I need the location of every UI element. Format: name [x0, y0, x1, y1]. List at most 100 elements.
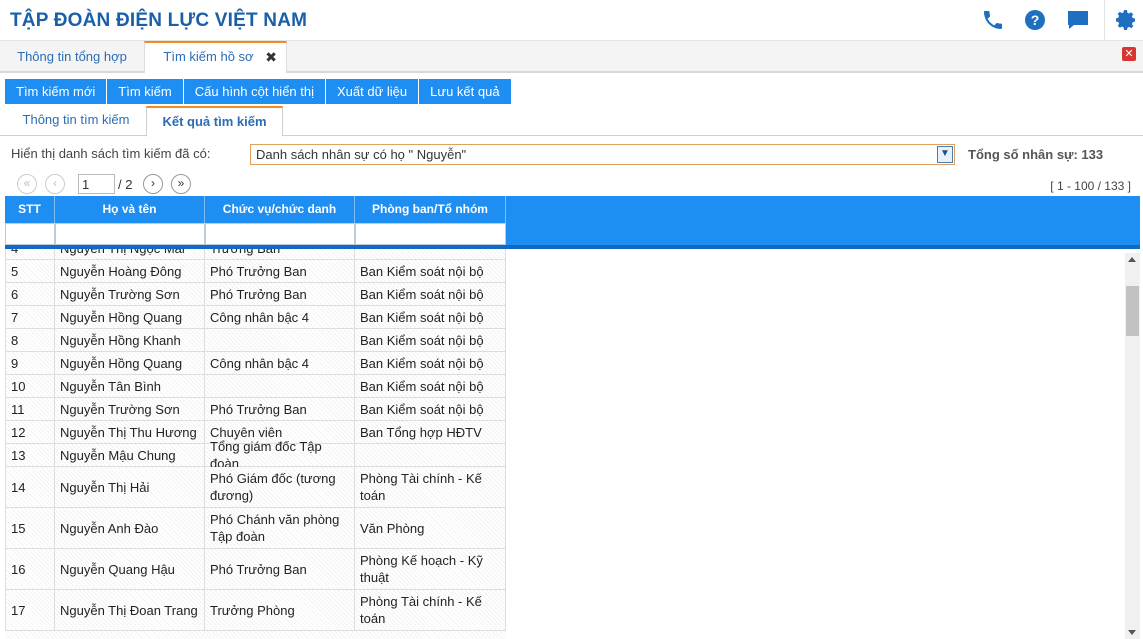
export-button[interactable]: Xuất dữ liệu [326, 79, 420, 104]
table-row[interactable]: 6 Nguyễn Trường Sơn Phó Trưởng Ban Ban K… [5, 283, 506, 306]
save-result-button[interactable]: Lưu kết quả [419, 79, 512, 104]
cell-name: Nguyễn Hồng Khanh [55, 329, 205, 351]
chevron-down-icon[interactable]: ▼ [937, 146, 953, 163]
settings-icon[interactable] [1114, 8, 1138, 32]
cell-department: Ban Kiểm soát nội bộ [355, 398, 506, 420]
cell-stt: 15 [5, 508, 55, 548]
table-row[interactable]: 17 Nguyễn Thị Đoan Trang Trưởng Phòng Ph… [5, 590, 506, 631]
scroll-down-icon[interactable] [1128, 630, 1136, 635]
close-all-icon[interactable]: ✕ [1122, 47, 1136, 61]
help-icon[interactable]: ? [1023, 8, 1047, 32]
table-row[interactable]: 15 Nguyễn Anh Đào Phó Chánh văn phòng Tậ… [5, 508, 506, 549]
cell-position: Trưởng Phòng [205, 590, 355, 630]
grid-header: STT Họ và tên Chức vụ/chức danh Phòng ba… [5, 196, 1140, 249]
cell-department: Phòng Tài chính - Kế toán [355, 467, 506, 507]
cell-stt: 4 [5, 249, 55, 259]
cell-stt: 8 [5, 329, 55, 351]
cell-department [355, 444, 506, 466]
cell-position: Tổng giám đốc Tập đoàn [205, 439, 355, 471]
cell-position: Phó Chánh văn phòng Tập đoàn [205, 508, 355, 548]
cell-department: Ban Kiểm soát nội bộ [355, 375, 506, 397]
tab-tim-kiem-ho-so[interactable]: Tìm kiếm hồ sơ ✖ [144, 41, 287, 73]
cell-department [355, 249, 506, 259]
svg-text:?: ? [1031, 12, 1040, 28]
cell-position: Công nhân bậc 4 [205, 352, 355, 374]
cell-stt: 16 [5, 549, 55, 589]
grid-body: 4 Nguyễn Thị Ngọc Mai Trưởng Ban 5 Nguyễ… [5, 249, 1125, 639]
filter-stt-input[interactable] [5, 223, 55, 245]
table-row[interactable]: 9 Nguyễn Hồng Quang Công nhân bậc 4 Ban … [5, 352, 506, 375]
cell-position: Phó Trưởng Ban [205, 549, 355, 589]
header-divider [1104, 0, 1105, 41]
cell-name: Nguyễn Thị Thu Hương [55, 421, 205, 443]
search-button[interactable]: Tìm kiếm [107, 79, 184, 104]
table-row[interactable]: 13 Nguyễn Mậu Chung Tổng giám đốc Tập đo… [5, 439, 506, 471]
cell-stt: 12 [5, 421, 55, 443]
column-config-button[interactable]: Cấu hình cột hiển thị [183, 79, 326, 104]
grid-scrollbar[interactable] [1125, 253, 1140, 639]
cell-name: Nguyễn Thị Đoan Trang [55, 590, 205, 630]
scroll-thumb[interactable] [1126, 286, 1139, 336]
cell-position [205, 375, 355, 397]
col-header-department[interactable]: Phòng ban/Tổ nhóm [355, 196, 506, 223]
cell-name: Nguyễn Mậu Chung [55, 444, 205, 466]
first-page-button[interactable]: « [17, 174, 37, 194]
filter-position-input[interactable] [205, 223, 355, 245]
page-input[interactable] [78, 174, 115, 194]
cell-department: Ban Tổng hợp HĐTV [355, 421, 506, 443]
table-row[interactable]: 4 Nguyễn Thị Ngọc Mai Trưởng Ban [5, 249, 506, 260]
table-row[interactable]: 10 Nguyễn Tân Bình Ban Kiểm soát nội bộ [5, 375, 506, 398]
cell-stt: 14 [5, 467, 55, 507]
cell-department: Văn Phòng [355, 508, 506, 548]
cell-position [205, 329, 355, 351]
next-page-button[interactable]: › [143, 174, 163, 194]
total-count: Tổng số nhân sự: 133 [968, 147, 1104, 162]
cell-position: Phó Trưởng Ban [205, 260, 355, 282]
table-row[interactable] [5, 631, 506, 639]
cell-department: Ban Kiểm soát nội bộ [355, 283, 506, 305]
cell-name: Nguyễn Trường Sơn [55, 283, 205, 305]
tab-thong-tin-tong-hop[interactable]: Thông tin tổng hợp [0, 41, 144, 72]
cell-position: Phó Trưởng Ban [205, 283, 355, 305]
phone-icon[interactable] [981, 8, 1005, 32]
close-tab-icon[interactable]: ✖ [265, 43, 277, 71]
cell-position: Phó Giám đốc (tương đương) [205, 467, 355, 507]
app-title: TẬP ĐOÀN ĐIỆN LỰC VIỆT NAM [10, 10, 308, 31]
prev-page-button[interactable]: ‹ [45, 174, 65, 194]
saved-list-label: Hiển thị danh sách tìm kiếm đã có: [11, 146, 211, 161]
cell-stt: 13 [5, 444, 55, 466]
cell-name: Nguyễn Trường Sơn [55, 398, 205, 420]
record-range: [ 1 - 100 / 133 ] [1050, 179, 1131, 193]
cell-stt: 6 [5, 283, 55, 305]
table-row[interactable]: 16 Nguyễn Quang Hậu Phó Trưởng Ban Phòng… [5, 549, 506, 590]
cell-name: Nguyễn Tân Bình [55, 375, 205, 397]
tab-search-info[interactable]: Thông tin tìm kiếm [6, 106, 146, 136]
cell-stt: 5 [5, 260, 55, 282]
saved-list-select[interactable]: Danh sách nhân sự có họ " Nguyễn" ▼ [250, 144, 955, 165]
cell-department: Ban Kiểm soát nội bộ [355, 352, 506, 374]
table-row[interactable]: 14 Nguyễn Thị Hải Phó Giám đốc (tương đư… [5, 467, 506, 508]
saved-list-value: Danh sách nhân sự có họ " Nguyễn" [256, 147, 467, 162]
main-tabbar: Thông tin tổng hợp Tìm kiếm hồ sơ ✖ [0, 41, 1143, 73]
col-header-position[interactable]: Chức vụ/chức danh [205, 196, 355, 223]
table-row[interactable]: 8 Nguyễn Hồng Khanh Ban Kiểm soát nội bộ [5, 329, 506, 352]
cell-name: Nguyễn Anh Đào [55, 508, 205, 548]
cell-stt: 7 [5, 306, 55, 328]
table-row[interactable]: 5 Nguyễn Hoàng Đông Phó Trưởng Ban Ban K… [5, 260, 506, 283]
cell-name: Nguyễn Hoàng Đông [55, 260, 205, 282]
cell-stt: 11 [5, 398, 55, 420]
tab-search-results[interactable]: Kết quả tìm kiếm [146, 106, 283, 137]
filter-department-input[interactable] [355, 223, 506, 245]
tab-label: Tìm kiếm hồ sơ [163, 49, 254, 64]
col-header-stt[interactable]: STT [5, 196, 55, 223]
last-page-button[interactable]: » [171, 174, 191, 194]
new-search-button[interactable]: Tìm kiếm mới [5, 79, 108, 104]
col-header-name[interactable]: Họ và tên [55, 196, 205, 223]
table-row[interactable]: 7 Nguyễn Hồng Quang Công nhân bậc 4 Ban … [5, 306, 506, 329]
scroll-up-icon[interactable] [1128, 257, 1136, 262]
table-row[interactable]: 11 Nguyễn Trường Sơn Phó Trưởng Ban Ban … [5, 398, 506, 421]
chat-icon[interactable] [1066, 8, 1090, 32]
cell-position: Phó Trưởng Ban [205, 398, 355, 420]
filter-name-input[interactable] [55, 223, 205, 245]
cell-name: Nguyễn Thị Hải [55, 467, 205, 507]
